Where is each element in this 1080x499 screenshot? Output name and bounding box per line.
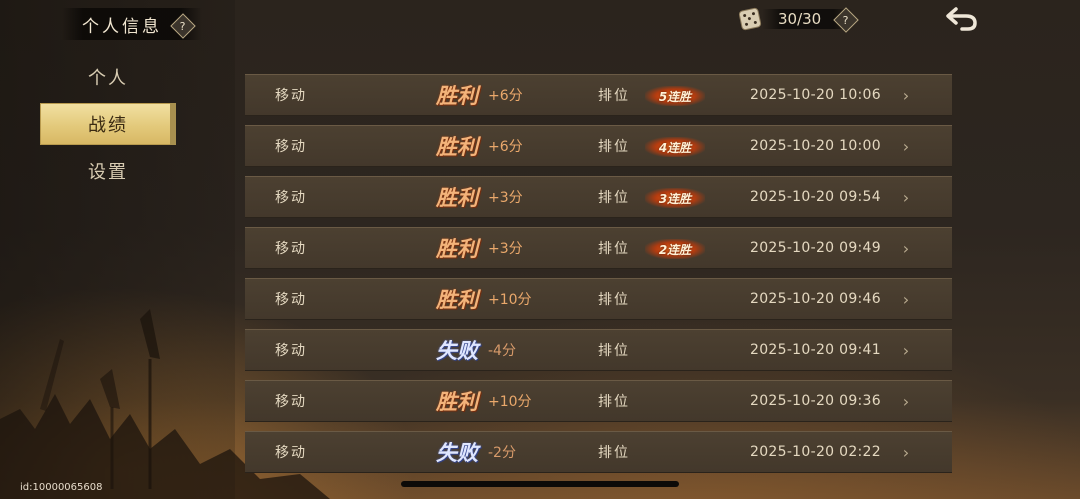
record-row[interactable]: 移动 失败 -2分 排位 2025-10-20 02:22 › [245, 431, 952, 473]
record-result: 失败 [436, 440, 478, 465]
record-datetime: 2025-10-20 09:41 [750, 342, 881, 358]
record-mode: 移动 [275, 394, 307, 410]
record-score: -4分 [488, 343, 516, 359]
record-datetime: 2025-10-20 02:22 [750, 444, 881, 460]
chevron-right-icon: › [902, 289, 910, 309]
record-match-type: 排位 [598, 394, 630, 410]
sidebar-item-label: 个人 [88, 68, 128, 89]
record-result: 胜利 [436, 83, 478, 108]
record-score: +6分 [488, 139, 523, 155]
record-match-type: 排位 [598, 190, 630, 206]
record-datetime: 2025-10-20 09:36 [750, 393, 881, 409]
stamina-value: 30/30 [778, 10, 822, 28]
back-arrow-icon [946, 7, 977, 31]
home-indicator[interactable] [401, 481, 679, 487]
sidebar-item-label: 战绩 [88, 115, 128, 136]
record-result: 胜利 [436, 134, 478, 159]
record-mode: 移动 [275, 241, 307, 257]
win-streak-badge: 3连胜 [645, 188, 705, 208]
user-id: id:10000065608 [20, 482, 103, 493]
record-datetime: 2025-10-20 09:46 [750, 291, 881, 307]
page-title: 个人信息 [82, 16, 162, 37]
sidebar-item-personal[interactable]: 个人 [40, 56, 176, 98]
record-result: 胜利 [436, 287, 478, 312]
record-result: 失败 [436, 338, 478, 363]
record-row[interactable]: 移动 失败 -4分 排位 2025-10-20 09:41 › [245, 329, 952, 371]
record-mode: 移动 [275, 190, 307, 206]
record-score: -2分 [488, 445, 516, 461]
record-score: +6分 [488, 88, 523, 104]
record-match-type: 排位 [598, 445, 630, 461]
record-row[interactable]: 移动 胜利 +3分 排位 2连胜 2025-10-20 09:49 › [245, 227, 952, 269]
dice-icon [738, 7, 762, 31]
sidebar-item-settings[interactable]: 设置 [40, 150, 176, 192]
record-row[interactable]: 移动 胜利 +6分 排位 4连胜 2025-10-20 10:00 › [245, 125, 952, 167]
record-row[interactable]: 移动 胜利 +10分 排位 2025-10-20 09:46 › [245, 278, 952, 320]
record-mode: 移动 [275, 292, 307, 308]
record-match-type: 排位 [598, 241, 630, 257]
record-row[interactable]: 移动 胜利 +10分 排位 2025-10-20 09:36 › [245, 380, 952, 422]
win-streak-badge: 4连胜 [645, 137, 705, 157]
record-score: +3分 [488, 241, 523, 257]
chevron-right-icon: › [902, 85, 910, 105]
record-datetime: 2025-10-20 09:54 [750, 189, 881, 205]
record-row[interactable]: 移动 胜利 +3分 排位 3连胜 2025-10-20 09:54 › [245, 176, 952, 218]
record-mode: 移动 [275, 445, 307, 461]
record-mode: 移动 [275, 88, 307, 104]
sidebar-item-records[interactable]: 战绩 [40, 103, 176, 145]
chevron-right-icon: › [902, 391, 910, 411]
record-datetime: 2025-10-20 09:49 [750, 240, 881, 256]
chevron-right-icon: › [902, 442, 910, 462]
record-row[interactable]: 移动 胜利 +6分 排位 5连胜 2025-10-20 10:06 › [245, 74, 952, 116]
record-match-type: 排位 [598, 343, 630, 359]
record-result: 胜利 [436, 236, 478, 261]
record-match-type: 排位 [598, 88, 630, 104]
chevron-right-icon: › [902, 340, 910, 360]
chevron-right-icon: › [902, 187, 910, 207]
win-streak-badge: 2连胜 [645, 239, 705, 259]
record-mode: 移动 [275, 343, 307, 359]
record-match-type: 排位 [598, 139, 630, 155]
win-streak-badge: 5连胜 [645, 86, 705, 106]
stamina-help-glyph: ? [843, 13, 849, 27]
chevron-right-icon: › [902, 136, 910, 156]
record-mode: 移动 [275, 139, 307, 155]
sidebar-item-label: 设置 [88, 162, 128, 183]
record-datetime: 2025-10-20 10:06 [750, 87, 881, 103]
record-match-type: 排位 [598, 292, 630, 308]
record-result: 胜利 [436, 389, 478, 414]
record-score: +3分 [488, 190, 523, 206]
record-score: +10分 [488, 394, 532, 410]
record-datetime: 2025-10-20 10:00 [750, 138, 881, 154]
help-icon-glyph: ? [180, 19, 186, 33]
chevron-right-icon: › [902, 238, 910, 258]
back-button[interactable] [940, 4, 984, 34]
record-score: +10分 [488, 292, 532, 308]
record-result: 胜利 [436, 185, 478, 210]
